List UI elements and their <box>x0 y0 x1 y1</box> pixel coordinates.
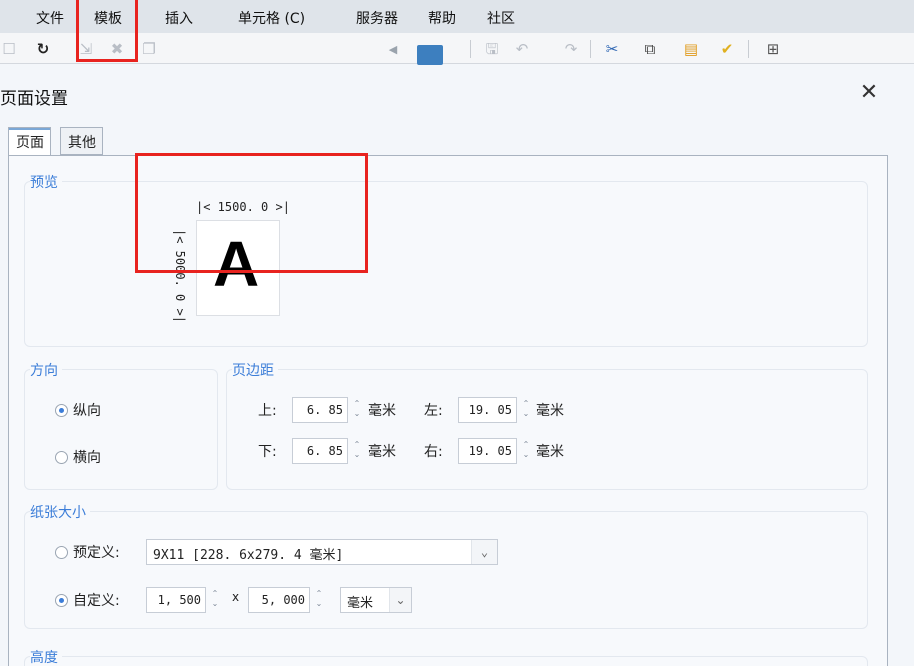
margin-top-label: 上: <box>258 403 277 419</box>
save-icon[interactable]: 🖫 <box>483 40 501 58</box>
unit-select[interactable]: 毫米 ⌄ <box>340 587 412 613</box>
custom-height-spinner[interactable]: ⌃ ⌄ <box>312 589 326 611</box>
copy-page-icon[interactable]: ❐ <box>140 40 158 58</box>
redo-icon[interactable]: ↷ <box>562 40 580 58</box>
margin-right-unit: 毫米 <box>536 444 564 460</box>
custom-radio[interactable] <box>55 594 68 607</box>
find-icon[interactable]: ⊞ <box>764 40 782 58</box>
margin-left-label: 左: <box>424 403 443 419</box>
margin-top-unit: 毫米 <box>368 403 396 419</box>
menu-cell[interactable]: 单元格 (C) <box>238 8 305 28</box>
margin-bottom-label: 下: <box>258 444 277 460</box>
margins-title: 页边距 <box>232 360 278 380</box>
margin-right-spinner[interactable]: ⌃ ⌄ <box>519 440 533 462</box>
dialog-title: 页面设置 <box>0 89 68 109</box>
orientation-group <box>24 369 218 490</box>
margin-bottom-unit: 毫米 <box>368 444 396 460</box>
custom-height-input[interactable]: 5, 000 <box>248 587 310 613</box>
cut-icon[interactable]: ✂ <box>603 40 621 58</box>
collapse-arrow-icon[interactable]: ◀ <box>384 40 402 58</box>
tab-page[interactable]: 页面 <box>8 127 51 157</box>
margin-left-unit: 毫米 <box>536 403 564 419</box>
highlight-box-preview <box>135 153 368 273</box>
custom-label: 自定义: <box>73 593 120 609</box>
margin-right-input[interactable]: 19. 05 <box>458 438 517 464</box>
chevron-down-icon[interactable]: ⌄ <box>389 588 411 612</box>
menu-community[interactable]: 社区 <box>487 8 515 28</box>
custom-width-spinner[interactable]: ⌃ ⌄ <box>208 589 222 611</box>
new-icon[interactable]: ☐ <box>0 40 18 58</box>
paste-icon[interactable]: ▤ <box>682 40 700 58</box>
landscape-radio[interactable] <box>55 451 68 464</box>
copy-icon[interactable]: ⧉ <box>641 40 659 58</box>
preset-label: 预定义: <box>73 545 120 561</box>
print-icon[interactable] <box>417 45 443 65</box>
chevron-down-icon[interactable]: ⌄ <box>471 540 497 564</box>
menu-server[interactable]: 服务器 <box>356 8 398 28</box>
height-title: 高度 <box>30 647 62 666</box>
paper-size-title: 纸张大小 <box>30 502 90 522</box>
portrait-label: 纵向 <box>73 403 101 419</box>
preset-radio[interactable] <box>55 546 68 559</box>
menu-file[interactable]: 文件 <box>36 8 64 28</box>
margin-right-label: 右: <box>424 444 443 460</box>
custom-width-input[interactable]: 1, 500 <box>146 587 206 613</box>
highlight-box-template-menu <box>76 0 138 62</box>
portrait-radio[interactable] <box>55 404 68 417</box>
margin-left-spinner[interactable]: ⌃ ⌄ <box>519 399 533 421</box>
orientation-title: 方向 <box>30 360 62 380</box>
margin-bottom-input[interactable]: 6. 85 <box>292 438 348 464</box>
margin-top-input[interactable]: 6. 85 <box>292 397 348 423</box>
preset-select[interactable]: 9X11 [228. 6x279. 4 毫米] ⌄ <box>146 539 498 565</box>
tab-other[interactable]: 其他 <box>60 127 103 155</box>
margin-bottom-spinner[interactable]: ⌃ ⌄ <box>350 440 364 462</box>
unit-select-value: 毫米 <box>347 596 374 611</box>
refresh-icon[interactable]: ↻ <box>34 40 52 58</box>
height-group <box>24 656 868 666</box>
close-icon[interactable]: ✕ <box>856 80 882 106</box>
margin-top-spinner[interactable]: ⌃ ⌄ <box>350 399 364 421</box>
preset-select-value: 9X11 [228. 6x279. 4 毫米] <box>153 548 344 563</box>
undo-icon[interactable]: ↶ <box>513 40 531 58</box>
preview-title: 预览 <box>30 172 62 192</box>
margins-group <box>226 369 868 490</box>
times-sign: x <box>232 590 240 604</box>
menu-insert[interactable]: 插入 <box>165 8 193 28</box>
format-brush-icon[interactable]: ✔ <box>718 40 736 58</box>
menu-help[interactable]: 帮助 <box>428 8 456 28</box>
landscape-label: 横向 <box>73 450 101 466</box>
margin-left-input[interactable]: 19. 05 <box>458 397 517 423</box>
